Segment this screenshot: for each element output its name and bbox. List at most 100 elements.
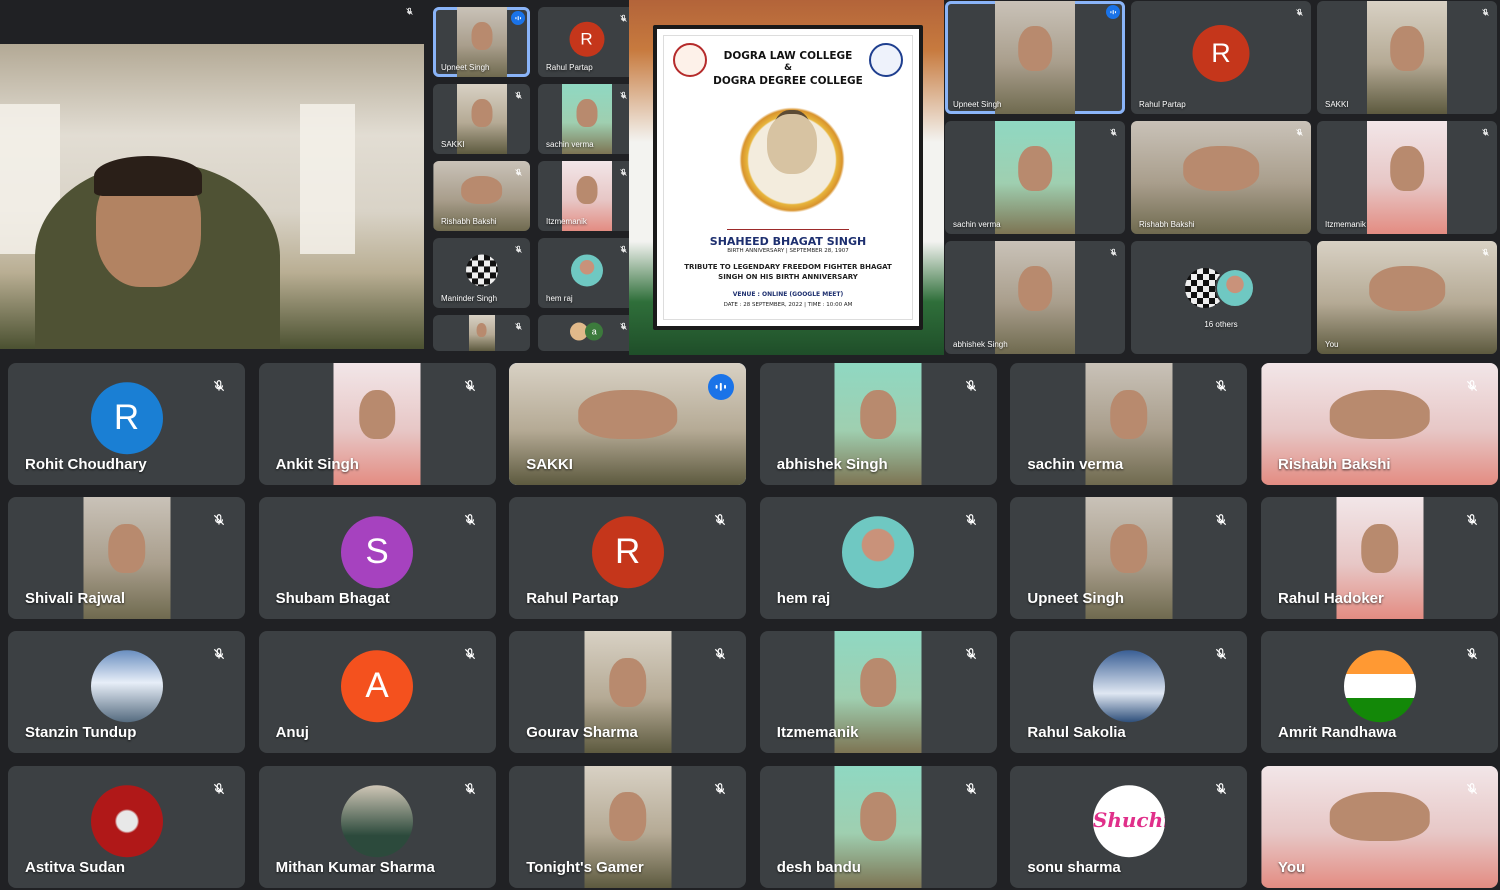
participant-tile[interactable]: R Rahul Partap <box>1131 1 1311 114</box>
participant-tile[interactable]: Shivali Rajwal <box>8 497 245 620</box>
participant-tile[interactable]: Rishabh Bakshi <box>1131 121 1311 234</box>
participant-tile[interactable]: Astitva Sudan <box>8 765 245 888</box>
participant-tile[interactable]: abhishek Singh <box>945 241 1125 354</box>
participant-tile[interactable]: hem raj <box>759 497 997 620</box>
participant-avatar: R <box>90 382 163 455</box>
participant-tile[interactable]: SAKKI <box>433 84 530 154</box>
mic-off-icon <box>708 777 732 801</box>
poster-name: SHAHEED BHAGAT SINGH <box>709 235 867 248</box>
mic-off-icon <box>511 242 525 256</box>
participant-name: Gourav Sharma <box>526 724 638 742</box>
participant-name: hem raj <box>546 294 573 303</box>
participant-tile[interactable]: sachin verma <box>538 84 635 154</box>
mic-off-icon <box>1478 5 1492 19</box>
mic-off-icon <box>616 11 630 25</box>
mic-off-icon <box>1292 125 1306 139</box>
participant-name: Itzmemanik <box>1325 220 1366 229</box>
participant-name: Rahul Hadoker <box>1278 590 1384 608</box>
participant-tile[interactable]: 16 others <box>1131 241 1311 354</box>
participant-tile[interactable]: Maninder Singh <box>433 238 530 308</box>
participant-tile[interactable]: Tonight's Gamer <box>509 765 747 888</box>
participant-name: sonu sharma <box>1027 858 1121 876</box>
participant-tile[interactable]: abhishek Singh <box>759 363 997 485</box>
participant-picture: Shuchi <box>1092 784 1165 857</box>
participant-tile[interactable]: R Rahul Partap <box>538 7 635 77</box>
participant-name: Shivali Rajwal <box>25 590 126 608</box>
mic-off-icon <box>959 374 983 398</box>
participant-tile[interactable]: sachin verma <box>1010 363 1248 485</box>
participant-tile[interactable]: Itzmemanik <box>538 161 635 231</box>
participant-name: abhishek Singh <box>953 340 1008 349</box>
participant-tile[interactable]: SAKKI <box>509 363 747 485</box>
mic-off-icon <box>458 642 482 666</box>
mic-off-icon <box>616 165 630 179</box>
mic-off-icon <box>458 777 482 801</box>
participant-tile[interactable]: You <box>1317 241 1497 354</box>
person-hair <box>94 156 202 196</box>
participant-tile[interactable]: hem raj <box>538 238 635 308</box>
participant-name: desh bandu <box>776 858 861 876</box>
mic-off-icon <box>1460 777 1484 801</box>
participant-tile[interactable]: Mithan Kumar Sharma <box>258 765 496 888</box>
mic-off-icon <box>402 4 416 18</box>
participant-tile[interactable]: Upneet Singh <box>945 1 1125 114</box>
participant-tile[interactable]: R Rahul Partap <box>509 497 747 620</box>
participant-tile[interactable]: Ankit Singh <box>258 363 496 485</box>
participant-tile[interactable]: Rishabh Bakshi <box>1261 363 1498 485</box>
avatar-letter: A <box>365 666 389 706</box>
participant-tile[interactable]: Rahul Sakolia <box>1010 631 1248 754</box>
participant-tile[interactable]: desh bandu <box>759 765 997 888</box>
poster-divider <box>727 229 849 230</box>
speaking-icon <box>708 374 735 400</box>
participant-tile[interactable]: Gourav Sharma <box>509 631 747 754</box>
participant-name: Rahul Partap <box>526 590 619 608</box>
participant-picture <box>842 516 915 589</box>
participant-name: You <box>1325 340 1339 349</box>
participant-tile[interactable]: R Rohit Choudhary <box>8 363 245 485</box>
participant-tile[interactable]: Upneet Singh <box>433 7 530 77</box>
participant-name: Upneet Singh <box>441 63 490 72</box>
participant-tile[interactable]: sachin verma <box>945 121 1125 234</box>
mic-off-icon <box>708 642 732 666</box>
poster-college-2: DOGRA DEGREE COLLEGE <box>713 75 863 87</box>
participant-tile[interactable]: Upneet Singh <box>1010 497 1248 620</box>
others-avatars <box>1185 268 1257 309</box>
participant-name: Mithan Kumar Sharma <box>275 858 435 876</box>
participant-tile[interactable]: Itzmemanik <box>1317 121 1497 234</box>
participant-tile[interactable]: Rishabh Bakshi <box>433 161 530 231</box>
participant-name: Rohit Choudhary <box>25 456 147 473</box>
mic-off-icon <box>458 374 482 398</box>
participant-tile[interactable]: You <box>1261 765 1498 888</box>
participant-tile[interactable] <box>433 315 530 351</box>
mic-off-icon <box>1478 245 1492 259</box>
mic-off-icon <box>458 508 482 532</box>
mic-off-icon <box>616 88 630 102</box>
mic-off-icon <box>207 777 231 801</box>
participant-tile[interactable]: A Anuj <box>258 631 496 754</box>
participant-name: Itzmemanik <box>546 217 587 226</box>
participant-name: Rahul Partap <box>1139 100 1186 109</box>
mic-off-icon <box>1209 508 1233 532</box>
participant-tile[interactable]: Rahul Hadoker <box>1261 497 1498 620</box>
mic-off-icon <box>708 508 732 532</box>
mic-off-icon <box>1460 374 1484 398</box>
participant-video <box>1367 121 1447 234</box>
participant-tile[interactable]: Stanzin Tundup <box>8 631 245 754</box>
mic-off-icon <box>1460 642 1484 666</box>
participant-tile[interactable]: Itzmemanik <box>759 631 997 754</box>
participant-tile[interactable]: S Shubam Bhagat <box>258 497 496 620</box>
bhagat-singh-portrait <box>739 102 845 218</box>
participant-name: abhishek Singh <box>776 456 888 473</box>
participant-tile[interactable]: aa <box>538 315 635 351</box>
speaking-icon <box>511 11 525 25</box>
participant-name: Amrit Randhawa <box>1278 724 1397 742</box>
mic-off-icon <box>511 165 525 179</box>
avatar-letter: R <box>113 398 140 438</box>
participant-name: Rahul Sakolia <box>1027 724 1126 742</box>
presenter-camera <box>0 44 424 349</box>
participant-tile[interactable]: Shuchi sonu sharma <box>1010 765 1248 888</box>
participant-tile[interactable]: Amrit Randhawa <box>1261 631 1498 754</box>
participant-tile[interactable]: SAKKI <box>1317 1 1497 114</box>
participant-name: sachin verma <box>953 220 1001 229</box>
participant-picture <box>90 784 163 857</box>
